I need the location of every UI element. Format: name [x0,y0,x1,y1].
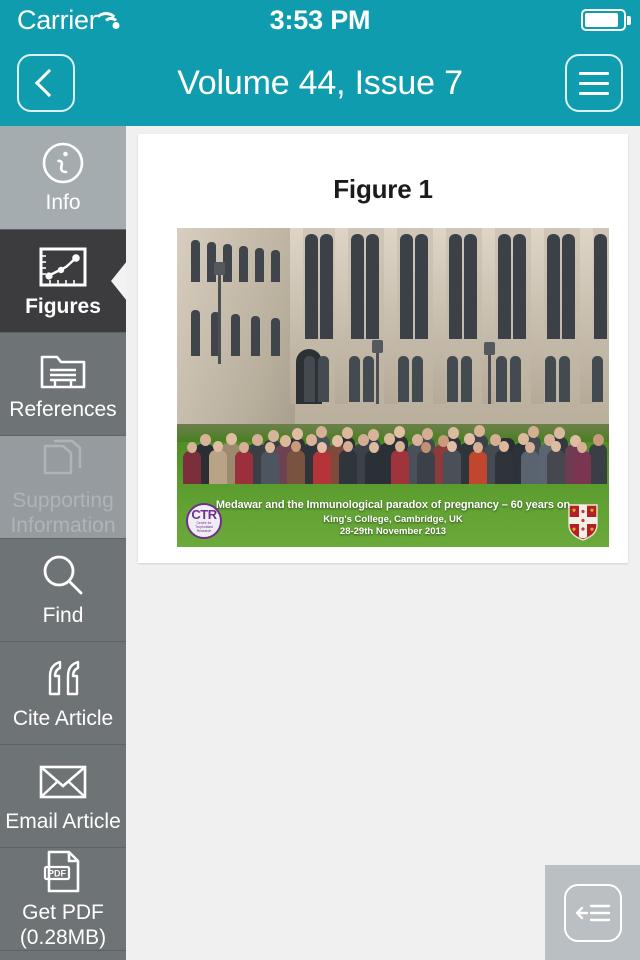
sidebar-item-label-line2: (0.28MB) [19,925,107,949]
photo-caption-line2: King's College, Cambridge, UK [323,514,463,525]
toggle-sidebar-button[interactable] [545,865,640,960]
chart-figure-icon [39,244,87,290]
sidebar-item-label: Supporting Information [10,488,116,537]
sidebar-item-label-line1: Get PDF [22,900,104,924]
sidebar-item-label: Get PDF (0.28MB) [20,900,106,950]
envelope-icon [38,759,88,805]
sidebar-item-cite-article[interactable]: Cite Article [0,642,126,745]
sidebar-item-supporting-information[interactable]: Supporting Information [0,436,126,539]
sidebar-item-label: Figures [25,294,101,318]
selected-indicator-arrow [111,261,126,301]
app-root: Carrier 3:53 PM Volume 44, Issue 7 Info … [0,0,640,960]
folder-document-icon [39,347,87,393]
collapse-sidebar-icon [563,883,622,942]
figure-card: Figure 1 CTR Centre for Trophoblast Rese… [138,134,628,563]
photo-caption-line1: Medawar and the Immunological paradox of… [215,499,571,511]
sidebar: Info Figures References Supporting Infor… [0,126,126,960]
sidebar-item-label: Find [42,603,84,627]
back-button[interactable] [17,54,75,112]
copy-pages-icon [41,437,85,483]
sidebar-item-email-article[interactable]: Email Article [0,745,126,848]
menu-button[interactable] [565,54,623,112]
cambridge-crest-icon [567,503,599,541]
status-bar-right [581,9,631,31]
clock-label: 3:53 PM [269,4,371,35]
svg-text:PDF: PDF [48,868,67,878]
photo-content: CTR Centre for Trophoblast Research Meda… [177,228,609,547]
main-content[interactable]: Figure 1 CTR Centre for Trophoblast Rese… [126,126,640,960]
photo-caption: Medawar and the Immunological paradox of… [177,499,609,537]
sidebar-item-get-pdf[interactable]: PDF Get PDF (0.28MB) [0,848,126,951]
figure-image[interactable]: CTR Centre for Trophoblast Research Meda… [177,228,609,547]
sidebar-item-label: Email Article [5,809,121,833]
sidebar-item-label: References [9,397,117,421]
sidebar-item-label: Cite Article [12,706,114,730]
group-of-people [177,406,609,484]
figure-title: Figure 1 [333,174,433,204]
navigation-bar: Volume 44, Issue 7 [0,40,640,126]
sidebar-item-info[interactable]: Info [0,126,126,230]
page-title: Volume 44, Issue 7 [177,63,463,102]
sidebar-item-label: Info [45,191,81,214]
pdf-file-icon: PDF [42,849,84,895]
sidebar-item-find[interactable]: Find [0,539,126,642]
magnifier-icon [40,553,86,599]
status-bar: Carrier 3:53 PM [0,0,640,40]
photo-caption-line3: 28-29th November 2013 [339,526,447,537]
quote-marks-icon [39,656,87,702]
sidebar-item-references[interactable]: References [0,333,126,436]
chevron-left-icon [34,68,64,98]
hamburger-menu-icon [579,71,609,95]
sidebar-item-figures[interactable]: Figures [0,230,126,333]
battery-icon [581,9,631,31]
chapel-architecture [177,228,609,436]
info-circle-icon [40,140,86,186]
